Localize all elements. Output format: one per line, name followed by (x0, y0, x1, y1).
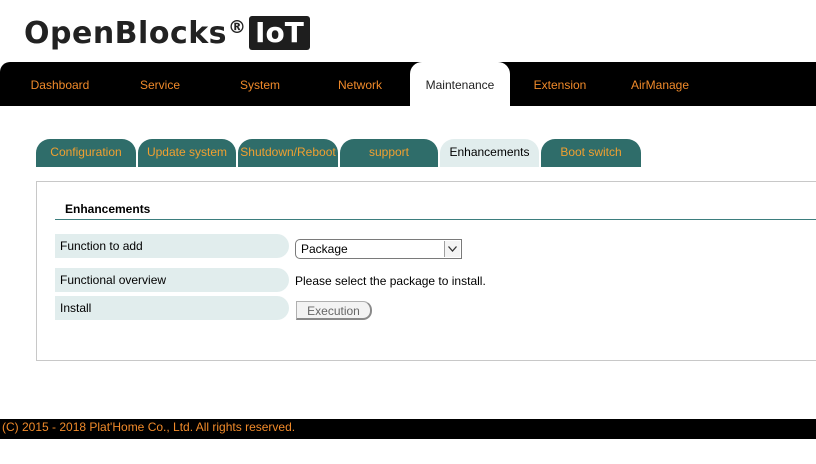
top-nav: Dashboard Service System Network Mainten… (0, 62, 816, 106)
section-title: Enhancements (65, 202, 151, 216)
tab-support[interactable]: support (340, 139, 438, 167)
tab-enhancements[interactable]: Enhancements (440, 139, 539, 167)
install-label: Install (55, 296, 289, 320)
tab-shutdown-reboot[interactable]: Shutdown/Reboot (238, 139, 338, 167)
functional-overview-label: Functional overview (55, 268, 289, 292)
nav-item-airmanage[interactable]: AirManage (620, 62, 700, 106)
nav-item-extension[interactable]: Extension (520, 62, 600, 106)
logo-registered-mark: ® (228, 17, 247, 38)
section-divider (55, 219, 816, 220)
function-to-add-label: Function to add (55, 234, 289, 258)
function-select-value: Package (301, 242, 348, 256)
nav-item-service[interactable]: Service (120, 62, 200, 106)
tab-update-system[interactable]: Update system (138, 139, 236, 167)
execution-button[interactable]: Execution (296, 301, 372, 320)
nav-item-dashboard[interactable]: Dashboard (14, 62, 106, 106)
copyright-text: (C) 2015 - 2018 Plat'Home Co., Ltd. All … (2, 420, 296, 434)
logo-name: OpenBlocks (24, 16, 228, 51)
nav-item-maintenance[interactable]: Maintenance (410, 62, 510, 106)
nav-item-network[interactable]: Network (320, 62, 400, 106)
chevron-down-icon[interactable] (444, 241, 460, 257)
logo: OpenBlocks ® IoT (24, 14, 310, 54)
tab-configuration[interactable]: Configuration (36, 139, 136, 167)
nav-item-system[interactable]: System (220, 62, 300, 106)
function-select[interactable]: Package (295, 239, 462, 259)
logo-badge: IoT (249, 16, 310, 50)
footer: (C) 2015 - 2018 Plat'Home Co., Ltd. All … (0, 419, 816, 439)
tab-boot-switch[interactable]: Boot switch (541, 139, 641, 167)
functional-overview-value: Please select the package to install. (295, 274, 486, 288)
